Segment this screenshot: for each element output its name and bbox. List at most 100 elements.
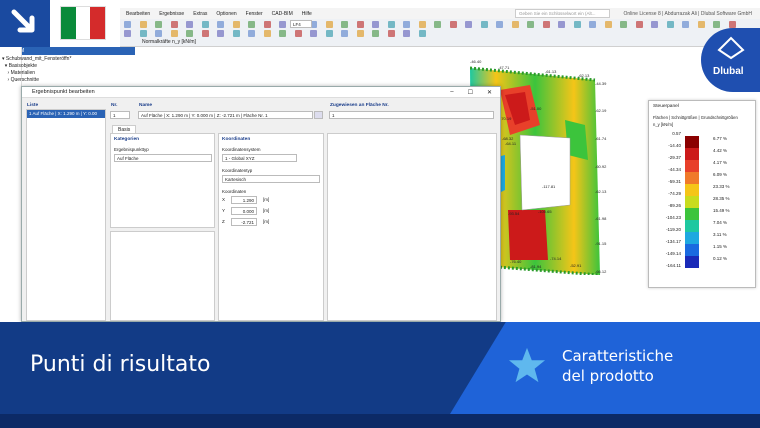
minimize-icon[interactable]: –: [450, 89, 453, 96]
menu-cad-bim[interactable]: CAD-BIM: [272, 11, 293, 17]
toolbar-tool-icon[interactable]: [589, 21, 596, 28]
categories-panel: Kategorien Ergebnispunkttyp Auf Fläche: [110, 133, 215, 228]
contour-value-label: -66.12: [595, 269, 607, 274]
menu-bearbeiten[interactable]: Bearbeiten: [126, 11, 150, 17]
toolbar-tool-icon[interactable]: [170, 21, 178, 28]
ct-select[interactable]: Kartesisch: [222, 175, 320, 183]
license-info: Online License 8 | Abdurrazak Ali | Dlub…: [623, 10, 753, 17]
toolbar-tool-icon[interactable]: [139, 21, 147, 28]
toolbar-tool-icon[interactable]: [682, 21, 689, 28]
toolbar-tool-icon[interactable]: [713, 21, 720, 28]
toolbar-tool-icon[interactable]: [232, 21, 240, 28]
legend-row: 0.57 6.77 %: [653, 131, 753, 148]
z-label: Z: [222, 219, 225, 224]
tree-item-sections[interactable]: › Querschnitte: [2, 77, 132, 84]
toolbar-tool-icon[interactable]: [651, 21, 658, 28]
x-input[interactable]: 1.290: [231, 196, 257, 204]
toolbar-tool-icon[interactable]: [372, 21, 379, 28]
toolbar-tool-icon[interactable]: [697, 21, 705, 28]
toolbar-tool-icon[interactable]: [449, 21, 457, 28]
legend-row: -164.11: [653, 263, 753, 272]
toolbar-tool-icon[interactable]: [434, 21, 441, 28]
toolbar-tool-icon[interactable]: [139, 30, 147, 37]
toolbar-tool-icon[interactable]: [480, 21, 488, 28]
toolbar-tool-icon[interactable]: [465, 21, 472, 28]
toolbar-tool-icon[interactable]: [217, 30, 224, 37]
toolbar-tool-icon[interactable]: [325, 30, 333, 37]
name-field[interactable]: Auf Fläche | X: 1.290 m | Y: 0.000 m | Z…: [138, 111, 313, 119]
toolbar-tool-icon[interactable]: [279, 30, 286, 37]
toolbar-tool-icon[interactable]: [217, 21, 224, 28]
cs-select[interactable]: 1 - Global XYZ: [222, 154, 297, 162]
assign-field[interactable]: 1: [329, 111, 494, 119]
toolbar-tool-icon[interactable]: [403, 21, 410, 28]
close-icon[interactable]: ✕: [487, 89, 492, 96]
type-select[interactable]: Auf Fläche: [114, 154, 212, 162]
toolbar-tool-icon[interactable]: [542, 21, 550, 28]
toolbar-tool-icon[interactable]: [418, 30, 426, 37]
menu-ergebnisse[interactable]: Ergebnisse: [159, 11, 184, 17]
toolbar-tool-icon[interactable]: [418, 21, 426, 28]
toolbar-tool-icon[interactable]: [232, 30, 240, 37]
toolbar-tool-icon[interactable]: [496, 21, 503, 28]
y-input[interactable]: 0.000: [231, 207, 257, 215]
toolbar-tool-icon[interactable]: [294, 30, 302, 37]
toolbar-tool-icon[interactable]: [310, 30, 317, 37]
toolbar-tool-icon[interactable]: [201, 30, 209, 37]
legend-percent: 3.11 %: [713, 232, 727, 237]
toolbar-tool-icon[interactable]: [511, 21, 519, 28]
toolbar-tool-icon[interactable]: [558, 21, 565, 28]
tree-item-basis[interactable]: ▾ Basisobjekte: [2, 63, 132, 70]
menu-optionen[interactable]: Optionen: [216, 11, 236, 17]
toolbar-tool-icon[interactable]: [341, 21, 348, 28]
toolbar-tool-icon[interactable]: [403, 30, 410, 37]
z-input[interactable]: -2.721: [231, 218, 257, 226]
loadcase-select[interactable]: LF4: [290, 20, 312, 28]
toolbar-tool-icon[interactable]: [527, 21, 534, 28]
toolbar-tool-icon[interactable]: [620, 21, 627, 28]
legend-value: -134.17: [665, 239, 681, 244]
toolbar-tool-icon[interactable]: [372, 30, 379, 37]
menu-hilfe[interactable]: Hilfe: [302, 11, 312, 17]
toolbar-tool-icon[interactable]: [155, 30, 162, 37]
navigator-panel: [0, 47, 22, 322]
toolbar-tool-icon[interactable]: [186, 30, 193, 37]
language-badge: [0, 0, 50, 47]
contour-value-label: -93.54: [508, 211, 520, 216]
toolbar-tool-icon[interactable]: [573, 21, 581, 28]
toolbar-tool-icon[interactable]: [635, 21, 643, 28]
y-unit: [m]: [263, 208, 270, 213]
toolbar-tool-icon[interactable]: [124, 30, 131, 37]
toolbar-tool-icon[interactable]: [356, 30, 364, 37]
toolbar-tool-icon[interactable]: [728, 21, 736, 28]
coords-panel: Koordinaten Koordinatensystem 1 - Global…: [218, 133, 324, 321]
toolbar-tool-icon[interactable]: [387, 30, 395, 37]
menu-fenster[interactable]: Fenster: [246, 11, 263, 17]
toolbar-tool-icon[interactable]: [170, 30, 178, 37]
legend-row: -29.37 4.17 %: [653, 155, 753, 172]
toolbar-tool-icon[interactable]: [248, 30, 255, 37]
no-field[interactable]: 1: [110, 111, 130, 119]
toolbar-tool-icon[interactable]: [263, 21, 271, 28]
toolbar-tool-icon[interactable]: [666, 21, 674, 28]
toolbar-tool-icon[interactable]: [155, 21, 162, 28]
menu-extras[interactable]: Extras: [193, 11, 207, 17]
edit-name-icon[interactable]: [314, 111, 323, 119]
toolbar-tool-icon[interactable]: [248, 21, 255, 28]
tree-item-materials[interactable]: › Materialien: [2, 70, 132, 77]
maximize-icon[interactable]: ☐: [468, 89, 473, 96]
toolbar-tool-icon[interactable]: [279, 21, 286, 28]
legend-percent: 7.04 %: [713, 220, 728, 225]
toolbar-tool-icon[interactable]: [201, 21, 209, 28]
list-item[interactable]: 1 Auf Fläche | X: 1.290 m | Y: 0.00: [27, 110, 105, 118]
toolbar-tool-icon[interactable]: [604, 21, 612, 28]
tree-item-model[interactable]: ▾ Schubwand_mit_Fensteröffn*: [2, 56, 132, 63]
toolbar-tool-icon[interactable]: [186, 21, 193, 28]
toolbar-tool-icon[interactable]: [387, 21, 395, 28]
toolbar-tool-icon[interactable]: [263, 30, 271, 37]
toolbar-tool-icon[interactable]: [356, 21, 364, 28]
toolbar-tool-icon[interactable]: [124, 21, 131, 28]
toolbar-tool-icon[interactable]: [341, 30, 348, 37]
toolbar-tool-icon[interactable]: [325, 21, 333, 28]
search-input[interactable]: Geben Sie ein Schlüsselwort ein (Alt...: [515, 9, 610, 18]
